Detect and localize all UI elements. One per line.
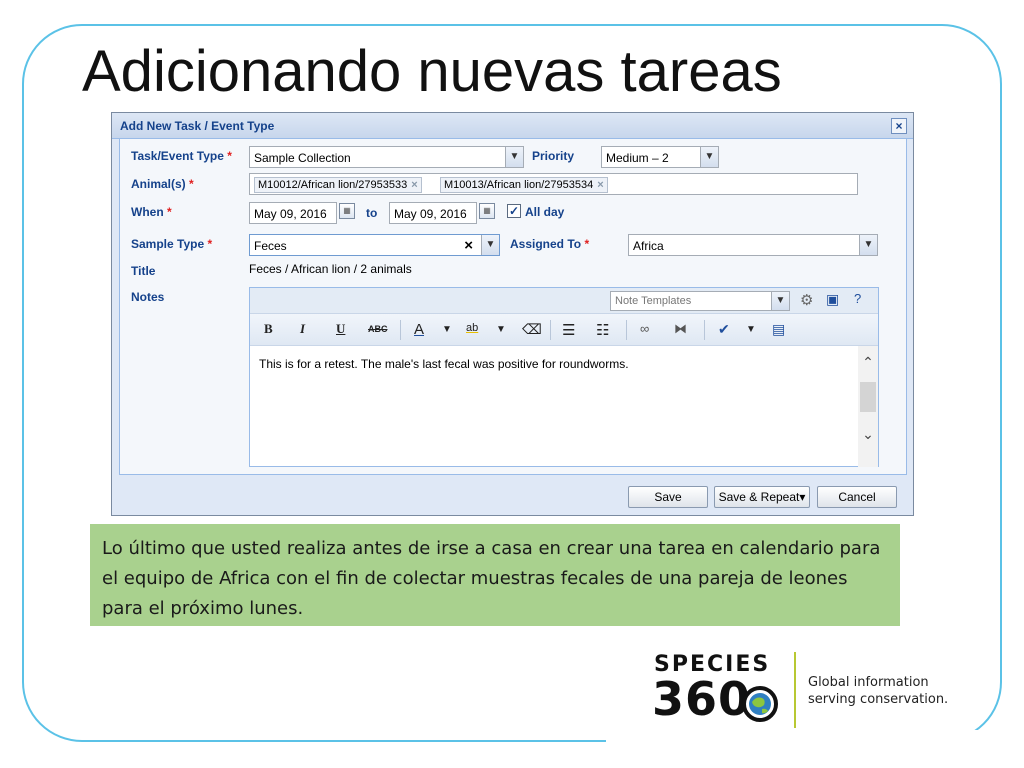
- animals-tag-input[interactable]: M10012/African lion/27953533 × M10013/Afr…: [249, 173, 858, 195]
- chevron-down-icon[interactable]: ▼: [505, 147, 523, 167]
- strikethrough-button[interactable]: ABC: [368, 324, 388, 334]
- clear-icon[interactable]: ×: [464, 237, 473, 254]
- task-type-value: Sample Collection: [254, 151, 351, 165]
- task-type-label: Task/Event Type *: [131, 149, 232, 163]
- dialog-title: Add New Task / Event Type: [120, 119, 275, 133]
- assigned-to-select[interactable]: Africa ▼: [628, 234, 878, 256]
- spellcheck-icon[interactable]: ✔: [718, 321, 730, 338]
- remove-tag-icon[interactable]: ×: [597, 179, 603, 191]
- dropdown-arrow-icon[interactable]: ▼: [496, 324, 506, 335]
- priority-value: Medium – 2: [606, 151, 669, 165]
- dropdown-arrow-icon[interactable]: ▼: [442, 324, 452, 335]
- logo-tagline: Global information serving conservation.: [808, 675, 949, 707]
- logo-divider: [794, 652, 796, 728]
- explanation-box: Lo último que usted realiza antes de irs…: [90, 524, 900, 626]
- priority-label: Priority: [532, 149, 575, 163]
- animal-tag[interactable]: M10013/African lion/27953534 ×: [440, 177, 608, 193]
- chevron-down-icon[interactable]: ⌄: [858, 426, 878, 446]
- chevron-down-icon[interactable]: ▼: [481, 235, 499, 255]
- species360-logo: SPECIES 360 Global information serving c…: [652, 652, 972, 732]
- cancel-button[interactable]: Cancel: [817, 486, 897, 508]
- toolbar-separator: [704, 320, 705, 340]
- priority-select[interactable]: Medium – 2 ▼: [601, 146, 719, 168]
- toolbar-separator: [626, 320, 627, 340]
- bold-button[interactable]: B: [264, 321, 273, 337]
- frame-gap: [606, 730, 1006, 760]
- toolbar-separator: [550, 320, 551, 340]
- notes-editor: Note Templates ▼ ⚙ ▣ ? B I U ABC A ▼ ab …: [249, 287, 879, 467]
- assigned-to-label: Assigned To *: [510, 237, 590, 251]
- save-repeat-button[interactable]: Save & Repeat▾: [714, 486, 810, 508]
- source-view-icon[interactable]: ▤: [772, 321, 785, 338]
- underline-button[interactable]: U: [336, 321, 345, 337]
- when-label: When *: [131, 205, 172, 219]
- numbered-list-icon[interactable]: ☷: [596, 321, 609, 339]
- italic-button[interactable]: I: [300, 321, 305, 337]
- scroll-thumb[interactable]: [860, 382, 876, 412]
- toolbar-separator: [400, 320, 401, 340]
- animal-tag[interactable]: M10012/African lion/27953533 ×: [254, 177, 422, 193]
- editor-toolbar: B I U ABC A ▼ ab ▼ ⌫ ☰ ☷ ∞ ⧓ ✔ ▼ ▤: [250, 314, 878, 346]
- start-date-input[interactable]: May 09, 2016: [249, 202, 337, 224]
- chevron-up-icon[interactable]: ⌃: [858, 354, 878, 374]
- to-label: to: [366, 206, 378, 220]
- remove-tag-icon[interactable]: ×: [411, 179, 417, 191]
- all-day-label: All day: [525, 205, 565, 219]
- unlink-icon[interactable]: ⧓: [674, 321, 687, 337]
- end-date-input[interactable]: May 09, 2016: [389, 202, 477, 224]
- chevron-down-icon[interactable]: ▼: [771, 292, 789, 310]
- assigned-to-value: Africa: [633, 239, 664, 253]
- help-icon[interactable]: ?: [854, 291, 861, 306]
- editor-top-bar: Note Templates ▼ ⚙ ▣ ?: [250, 288, 878, 314]
- all-day-checkbox[interactable]: ✓: [507, 204, 521, 218]
- highlight-button[interactable]: ab: [466, 322, 478, 334]
- save-icon[interactable]: ▣: [826, 291, 839, 308]
- link-icon[interactable]: ∞: [640, 321, 649, 336]
- eraser-icon[interactable]: ⌫: [522, 321, 542, 338]
- notes-label: Notes: [131, 290, 165, 304]
- sample-type-value: Feces: [254, 239, 287, 253]
- animals-label: Animal(s) *: [131, 177, 194, 191]
- editor-scrollbar[interactable]: ⌃ ⌄: [858, 346, 878, 467]
- font-color-button[interactable]: A: [414, 321, 424, 338]
- note-templates-select[interactable]: Note Templates ▼: [610, 291, 790, 311]
- bullet-list-icon[interactable]: ☰: [562, 321, 575, 339]
- dropdown-arrow-icon[interactable]: ▼: [746, 324, 756, 335]
- save-button[interactable]: Save: [628, 486, 708, 508]
- slide-title: Adicionando nuevas tareas: [82, 39, 782, 104]
- globe-icon: [742, 686, 778, 722]
- sample-type-select[interactable]: Feces × ▼: [249, 234, 500, 256]
- notes-text[interactable]: This is for a retest. The male's last fe…: [259, 357, 629, 371]
- calendar-icon[interactable]: ▦: [479, 203, 495, 219]
- title-label: Title: [131, 264, 156, 278]
- chevron-down-icon[interactable]: ▼: [859, 235, 877, 255]
- gear-icon[interactable]: ⚙: [800, 291, 813, 309]
- explanation-text: Lo último que usted realiza antes de irs…: [102, 538, 881, 619]
- title-value: Feces / African lion / 2 animals: [249, 262, 412, 276]
- sample-type-label: Sample Type *: [131, 237, 213, 251]
- logo-number: 360: [652, 672, 752, 726]
- chevron-down-icon[interactable]: ▼: [700, 147, 718, 167]
- task-type-select[interactable]: Sample Collection ▼: [249, 146, 524, 168]
- calendar-icon[interactable]: ▦: [339, 203, 355, 219]
- close-icon[interactable]: ×: [891, 118, 907, 134]
- dialog-header: Add New Task / Event Type ×: [112, 113, 913, 139]
